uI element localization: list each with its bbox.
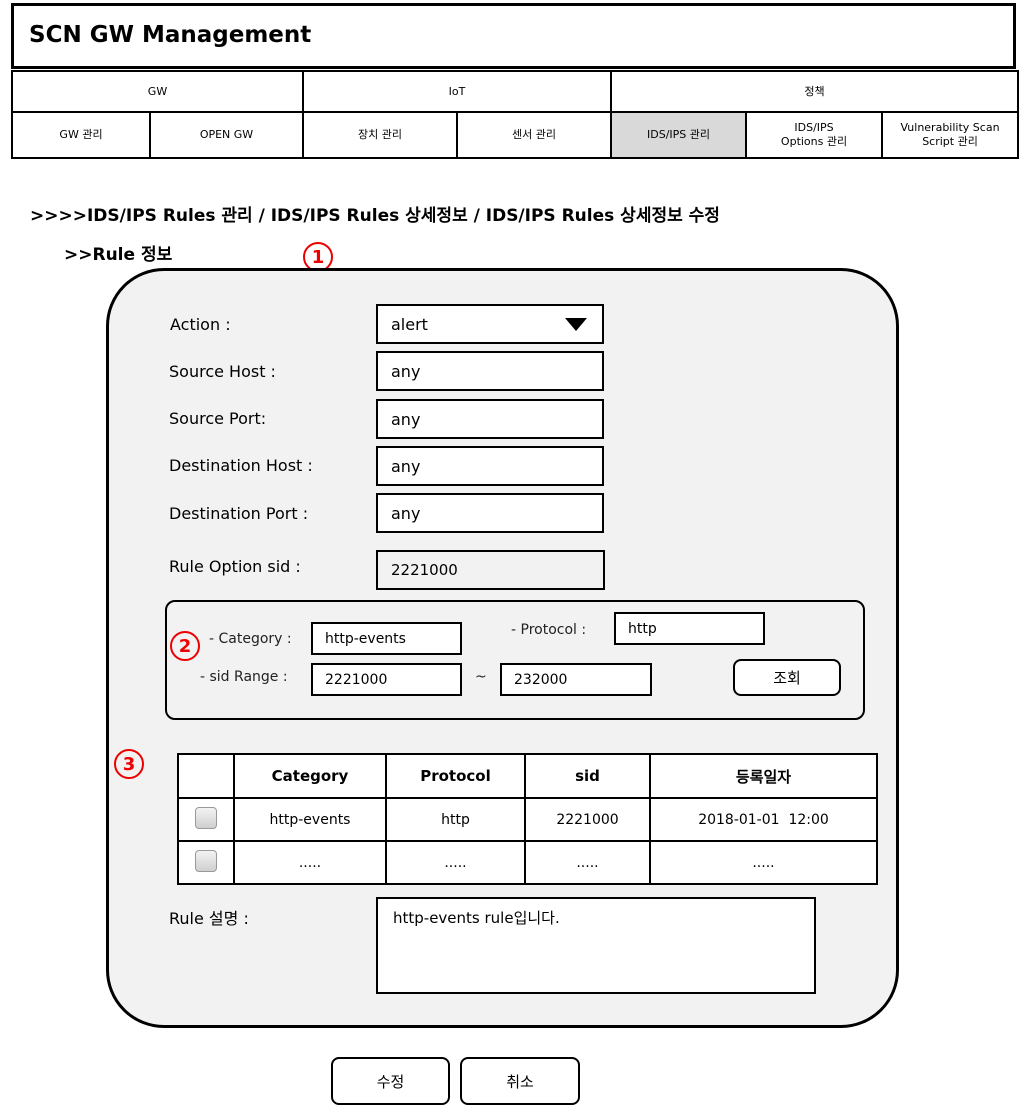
cell-date: 2018-01-01 12:00 xyxy=(649,797,878,842)
sid-range-label: - sid Range : xyxy=(200,669,288,685)
col-header-sid: sid xyxy=(524,753,651,799)
rule-results-table: Category Protocol sid 등록일자 http-events h… xyxy=(177,753,878,885)
tab-vuln-scan-script[interactable]: Vulnerability Scan Script 관리 xyxy=(881,111,1020,159)
dest-port-value: any xyxy=(391,503,421,523)
tab-open-gw[interactable]: OPEN GW xyxy=(149,111,304,159)
protocol-value: http xyxy=(628,620,657,637)
sid-range-to-input[interactable]: 232000 xyxy=(500,663,652,696)
sid-value: 2221000 xyxy=(391,561,458,579)
table-row[interactable]: http-events http 2221000 2018-01-01 12:0… xyxy=(177,797,878,842)
table-row[interactable]: ..... ..... ..... ..... xyxy=(177,840,878,885)
category-label: - Category : xyxy=(209,631,292,647)
col-header-date: 등록일자 xyxy=(649,753,878,799)
dest-host-input[interactable]: any xyxy=(376,446,604,486)
row-checkbox[interactable] xyxy=(195,849,217,872)
action-value: alert xyxy=(391,314,428,334)
protocol-label: - Protocol : xyxy=(511,622,587,638)
app-title: SCN GW Management xyxy=(11,3,1016,69)
rule-description-textarea[interactable]: http-events rule입니다. xyxy=(376,897,816,994)
source-port-label: Source Port: xyxy=(169,409,267,428)
sid-range-from-value: 2221000 xyxy=(325,671,388,688)
cell-sid: 2221000 xyxy=(524,797,651,842)
cell-protocol: ..... xyxy=(385,840,526,885)
category-input[interactable]: http-events xyxy=(311,622,462,655)
marker-3: 3 xyxy=(114,749,144,779)
nav-group-policy[interactable]: 정책 xyxy=(610,70,1020,113)
dest-host-value: any xyxy=(391,456,421,476)
dest-host-label: Destination Host : xyxy=(169,456,313,475)
col-header-category: Category xyxy=(233,753,387,799)
protocol-input[interactable]: http xyxy=(614,612,765,645)
cell-protocol: http xyxy=(385,797,526,842)
search-button[interactable]: 조회 xyxy=(733,659,841,696)
row-checkbox[interactable] xyxy=(195,806,217,829)
dropdown-arrow-icon xyxy=(565,318,587,331)
cell-category: ..... xyxy=(233,840,387,885)
sid-readonly-field: 2221000 xyxy=(376,550,605,590)
tab-gw-manage[interactable]: GW 관리 xyxy=(11,111,151,159)
action-select[interactable]: alert xyxy=(376,304,604,344)
source-host-label: Source Host : xyxy=(169,362,276,381)
col-header-protocol: Protocol xyxy=(385,753,526,799)
dest-port-label: Destination Port : xyxy=(169,504,309,523)
tab-device-manage[interactable]: 장치 관리 xyxy=(302,111,458,159)
cell-sid: ..... xyxy=(524,840,651,885)
sid-label: Rule Option sid : xyxy=(169,557,301,576)
rule-description-label: Rule 설명 : xyxy=(169,909,249,928)
sid-range-separator: ~ xyxy=(475,669,487,685)
category-value: http-events xyxy=(325,630,406,647)
tab-ids-ips-manage[interactable]: IDS/IPS 관리 xyxy=(610,111,748,159)
cancel-button[interactable]: 취소 xyxy=(460,1057,580,1105)
cell-date: ..... xyxy=(649,840,878,885)
col-header-select xyxy=(177,753,235,799)
source-host-value: any xyxy=(391,361,421,381)
nav-group-iot[interactable]: IoT xyxy=(301,70,613,113)
source-port-value: any xyxy=(391,409,421,429)
dest-port-input[interactable]: any xyxy=(376,493,604,533)
main-nav: GW IoT 정책 GW 관리 OPEN GW 장치 관리 센서 관리 IDS/… xyxy=(11,70,1020,159)
table-header-row: Category Protocol sid 등록일자 xyxy=(177,753,878,799)
sid-range-from-input[interactable]: 2221000 xyxy=(311,663,462,696)
tab-sensor-manage[interactable]: 센서 관리 xyxy=(455,111,613,159)
nav-group-gw[interactable]: GW xyxy=(11,70,304,113)
action-label: Action : xyxy=(170,315,231,334)
section-title: >>Rule 정보 xyxy=(64,245,173,265)
marker-2: 2 xyxy=(170,631,200,661)
cell-category: http-events xyxy=(233,797,387,842)
modify-button[interactable]: 수정 xyxy=(331,1057,450,1105)
sid-range-to-value: 232000 xyxy=(514,671,568,688)
tab-ids-ips-options[interactable]: IDS/IPS Options 관리 xyxy=(745,111,884,159)
source-port-input[interactable]: any xyxy=(376,399,604,439)
breadcrumb: >>>>IDS/IPS Rules 관리 / IDS/IPS Rules 상세정… xyxy=(30,206,720,226)
source-host-input[interactable]: any xyxy=(376,351,604,391)
